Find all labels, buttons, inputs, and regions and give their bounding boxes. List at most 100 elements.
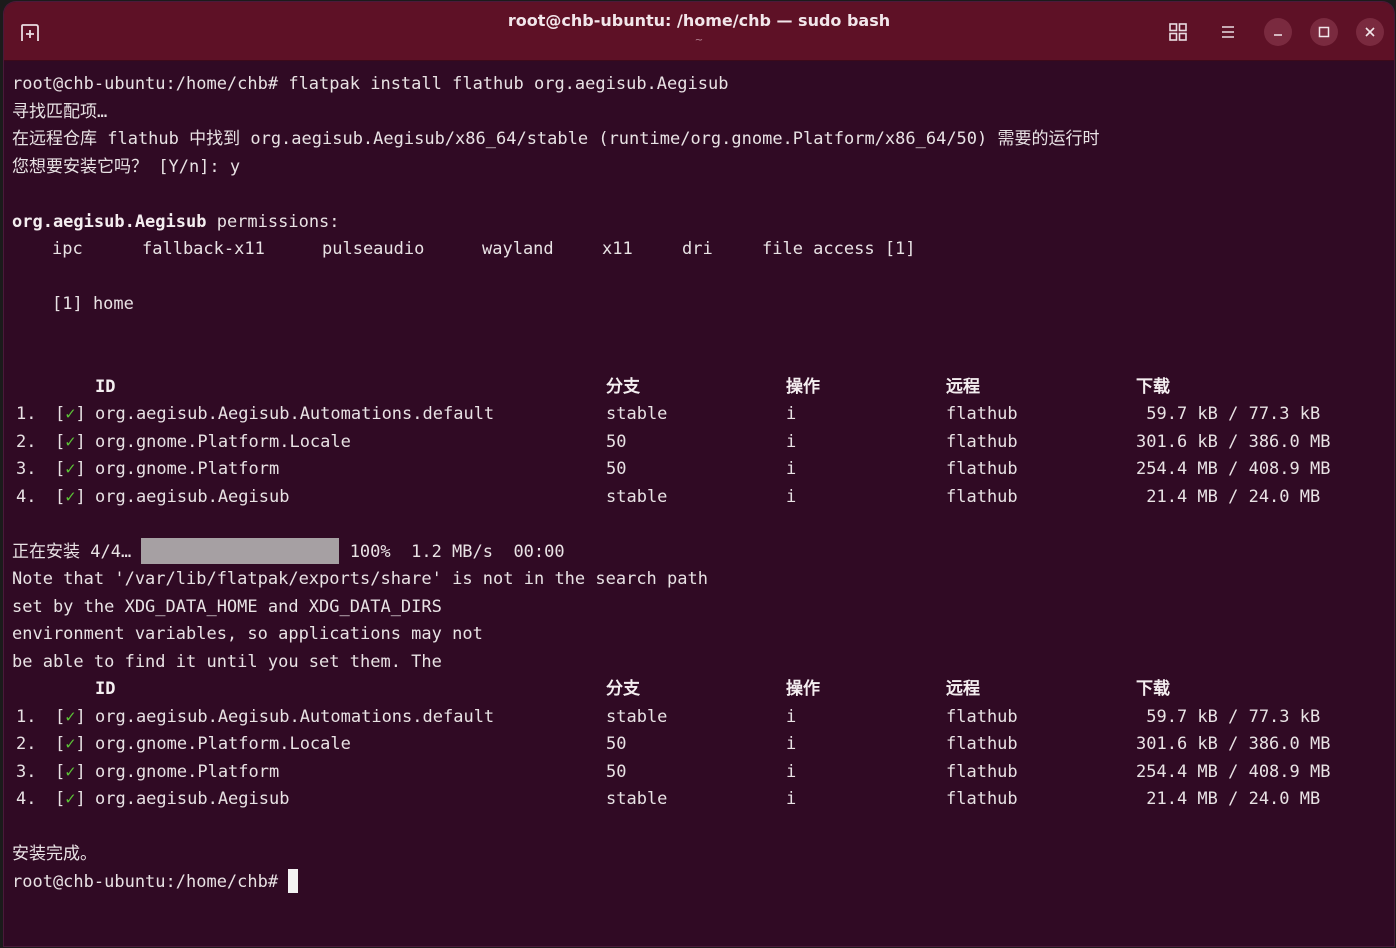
row-number: 1. xyxy=(16,706,37,727)
row-op: i xyxy=(786,789,797,809)
note-line: be able to find it until you set them. T… xyxy=(12,651,442,672)
row-op: i xyxy=(786,486,797,507)
column-header-remote: 远程 xyxy=(946,679,980,699)
minimize-button[interactable] xyxy=(1264,18,1292,46)
row-status: [✓] xyxy=(55,486,86,507)
row-remote: flathub xyxy=(946,761,1018,782)
row-download: 59.7 kB / 77.3 kB xyxy=(1136,706,1321,727)
column-header-download: 下载 xyxy=(1136,376,1170,397)
permissions-list: ipc fallback-x11 pulseaudio wayland x11 … xyxy=(12,236,1312,263)
row-status: [✓] xyxy=(55,404,86,424)
permission-item: wayland xyxy=(482,239,554,259)
check-icon: ✓ xyxy=(65,431,76,452)
text-cursor xyxy=(288,868,299,893)
permission-item: fallback-x11 xyxy=(142,239,265,259)
row-number: 1. xyxy=(16,404,37,424)
column-header-op: 操作 xyxy=(786,679,820,699)
table-row: 3. [✓] org.gnome.Platform 50 i flathub 254.4 M… xyxy=(12,759,1332,786)
confirm-line: 您想要安装它吗？ [Y/n]: y xyxy=(12,156,241,177)
row-id: org.aegisub.Aegisub xyxy=(95,789,290,809)
row-remote: flathub xyxy=(946,734,1018,754)
table-row: 2. [✓] org.gnome.Platform.Locale 50 i flathub… xyxy=(12,731,1332,758)
row-remote: flathub xyxy=(946,404,1018,424)
column-header-branch: 分支 xyxy=(606,376,640,397)
row-remote: flathub xyxy=(946,431,1018,452)
note-line: environment variables, so applications m… xyxy=(12,624,483,644)
table-row: 3. [✓] org.gnome.Platform 50 i flathub 254.4 M… xyxy=(12,456,1332,483)
progress-line: 正在安装 4/4… 100% 1.2 MB/s 00:00 xyxy=(12,537,565,566)
column-header-id: ID xyxy=(95,376,116,397)
row-branch: stable xyxy=(606,486,668,507)
row-op: i xyxy=(786,706,797,727)
searching-line: 寻找匹配项… xyxy=(12,101,108,122)
permissions-app-name: org.aegisub.Aegisub xyxy=(12,211,207,232)
check-icon: ✓ xyxy=(65,486,76,507)
grid-icon xyxy=(1169,23,1187,41)
permission-item: dri xyxy=(682,239,713,259)
row-download: 21.4 MB / 24.0 MB xyxy=(1136,789,1321,809)
table-row: 1. [✓] org.aegisub.Aegisub.Automations.def… xyxy=(12,704,1332,731)
close-icon xyxy=(1365,27,1375,37)
row-download: 254.4 MB / 408.9 MB xyxy=(1136,761,1331,782)
check-icon: ✓ xyxy=(65,761,76,782)
permission-item: x11 xyxy=(602,239,633,259)
table-row: 4. [✓] org.aegisub.Aegisub stable i flathub 2… xyxy=(12,484,1332,511)
column-header-branch: 分支 xyxy=(606,679,640,699)
check-icon: ✓ xyxy=(65,706,76,727)
row-number: 3. xyxy=(16,459,37,479)
row-id: org.gnome.Platform.Locale xyxy=(95,734,351,754)
permissions-heading: org.aegisub.Aegisub permissions: xyxy=(12,209,340,236)
row-branch: 50 xyxy=(606,734,627,754)
row-download: 21.4 MB / 24.0 MB xyxy=(1136,486,1321,507)
maximize-icon xyxy=(1318,26,1330,38)
table-header: ID 分支 操作 远程 下载 xyxy=(12,374,1332,401)
row-remote: flathub xyxy=(946,486,1018,507)
close-button[interactable] xyxy=(1356,18,1384,46)
install-complete-line: 安装完成。 xyxy=(12,844,97,864)
row-status: [✓] xyxy=(55,459,86,479)
row-number: 3. xyxy=(16,761,37,782)
table-row: 4. [✓] org.aegisub.Aegisub stable i flathub 2… xyxy=(12,786,1332,813)
check-icon: ✓ xyxy=(65,459,76,479)
terminal-output[interactable]: root@chb-ubuntu:/home/chb# flatpak insta… xyxy=(12,71,1394,946)
row-status: [✓] xyxy=(55,734,86,754)
row-branch: stable xyxy=(606,404,668,424)
final-prompt-line[interactable]: root@chb-ubuntu:/home/chb# xyxy=(12,868,299,896)
terminal-window: root@chb-ubuntu: /home/chb — sudo bash ~ xyxy=(4,2,1394,946)
row-number: 4. xyxy=(16,789,37,809)
permission-item: ipc xyxy=(52,239,83,259)
note-line: set by the XDG_DATA_HOME and XDG_DATA_DI… xyxy=(12,596,442,617)
row-op: i xyxy=(786,734,797,754)
minimize-icon xyxy=(1274,34,1282,36)
row-id: org.aegisub.Aegisub.Automations.default xyxy=(95,404,495,424)
row-op: i xyxy=(786,431,797,452)
permissions-suffix: permissions: xyxy=(206,211,340,232)
row-status: [✓] xyxy=(55,761,86,782)
row-number: 2. xyxy=(16,734,37,754)
hamburger-icon xyxy=(1222,26,1234,38)
maximize-button[interactable] xyxy=(1310,18,1338,46)
check-icon: ✓ xyxy=(65,734,76,754)
row-id: org.gnome.Platform xyxy=(95,761,280,782)
row-id: org.aegisub.Aegisub xyxy=(95,486,290,507)
command-line: root@chb-ubuntu:/home/chb# flatpak insta… xyxy=(12,74,729,94)
row-branch: 50 xyxy=(606,761,627,782)
column-header-op: 操作 xyxy=(786,376,820,397)
title-bar[interactable]: root@chb-ubuntu: /home/chb — sudo bash ~ xyxy=(4,2,1394,61)
row-id: org.aegisub.Aegisub.Automations.default xyxy=(95,706,495,727)
menu-button[interactable] xyxy=(1212,16,1244,48)
row-branch: 50 xyxy=(606,459,627,479)
table-row: 2. [✓] org.gnome.Platform.Locale 50 i flathub… xyxy=(12,429,1332,456)
runtime-found-line: 在远程仓库 flathub 中找到 org.aegisub.Aegisub/x8… xyxy=(12,129,1100,149)
check-icon: ✓ xyxy=(65,789,76,809)
row-remote: flathub xyxy=(946,459,1018,479)
tab-overview-button[interactable] xyxy=(1162,16,1194,48)
row-remote: flathub xyxy=(946,706,1018,727)
column-header-remote: 远程 xyxy=(946,376,980,397)
permissions-footnote: [1] home xyxy=(52,294,134,314)
row-op: i xyxy=(786,459,797,479)
note-line: Note that '/var/lib/flatpak/exports/shar… xyxy=(12,569,708,589)
row-number: 2. xyxy=(16,431,37,452)
row-id: org.gnome.Platform.Locale xyxy=(95,431,351,452)
prompt-text: root@chb-ubuntu:/home/chb# xyxy=(12,871,289,892)
